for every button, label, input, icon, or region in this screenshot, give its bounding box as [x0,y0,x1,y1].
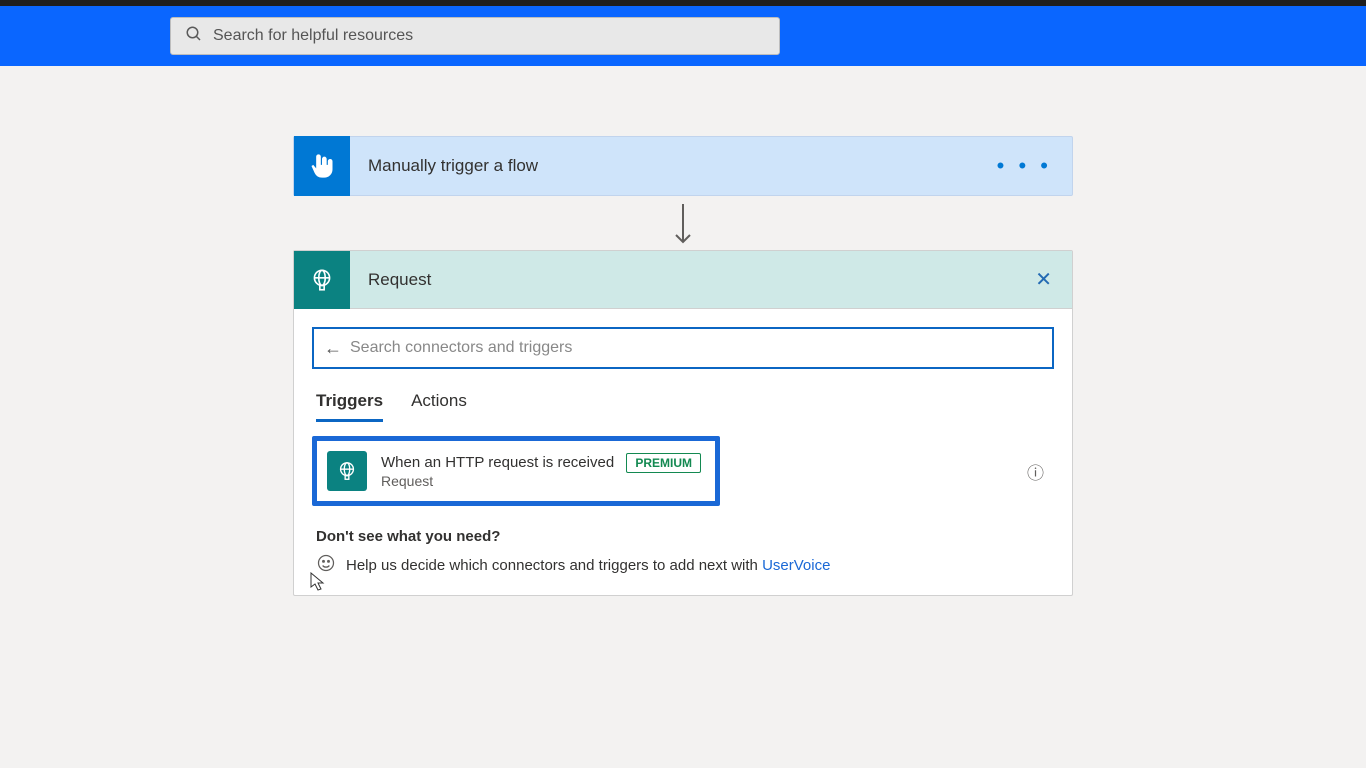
top-bar [0,6,1366,66]
resource-search-input[interactable] [213,27,765,45]
back-arrow-icon[interactable]: ← [324,338,342,359]
trigger-item-row: When an HTTP request is received PREMIUM… [312,436,1054,506]
request-body: ← Triggers Actions When an HTTP request … [294,309,1072,595]
request-title: Request [350,270,1035,290]
request-connector-icon [294,251,350,309]
request-header: Request ✕ [294,251,1072,309]
need-line: Help us decide which connectors and trig… [316,553,1050,577]
trigger-card[interactable]: Manually trigger a flow • • • [293,136,1073,196]
flow-canvas: Manually trigger a flow • • • Request ✕ … [0,66,1366,596]
uservoice-link[interactable]: UserVoice [762,557,830,574]
smile-icon [316,553,336,577]
request-panel: Request ✕ ← Triggers Actions W [293,250,1073,596]
info-icon[interactable]: ⓘ [1027,459,1054,484]
manual-trigger-icon [294,136,350,196]
trigger-http-request[interactable]: When an HTTP request is received PREMIUM… [312,436,720,506]
trigger-item-title: When an HTTP request is received [381,454,614,471]
trigger-item-subtitle: Request [381,473,701,489]
need-text: Help us decide which connectors and trig… [346,557,762,574]
flow-arrow [293,196,1073,250]
search-icon [185,25,203,48]
resource-search[interactable] [170,17,780,55]
http-request-icon [327,451,367,491]
trigger-title: Manually trigger a flow [350,156,997,176]
tab-triggers[interactable]: Triggers [316,391,383,422]
premium-badge: PREMIUM [626,453,701,473]
trigger-menu-button[interactable]: • • • [997,153,1072,179]
need-block: Don't see what you need? Help us decide … [312,506,1054,577]
connector-search-input[interactable] [350,339,1042,357]
need-title: Don't see what you need? [316,528,1050,545]
close-button[interactable]: ✕ [1035,267,1072,292]
tab-actions[interactable]: Actions [411,391,467,422]
trigger-item-text: When an HTTP request is received PREMIUM… [381,453,701,489]
tabs: Triggers Actions [312,369,1054,422]
connector-search[interactable]: ← [312,327,1054,369]
